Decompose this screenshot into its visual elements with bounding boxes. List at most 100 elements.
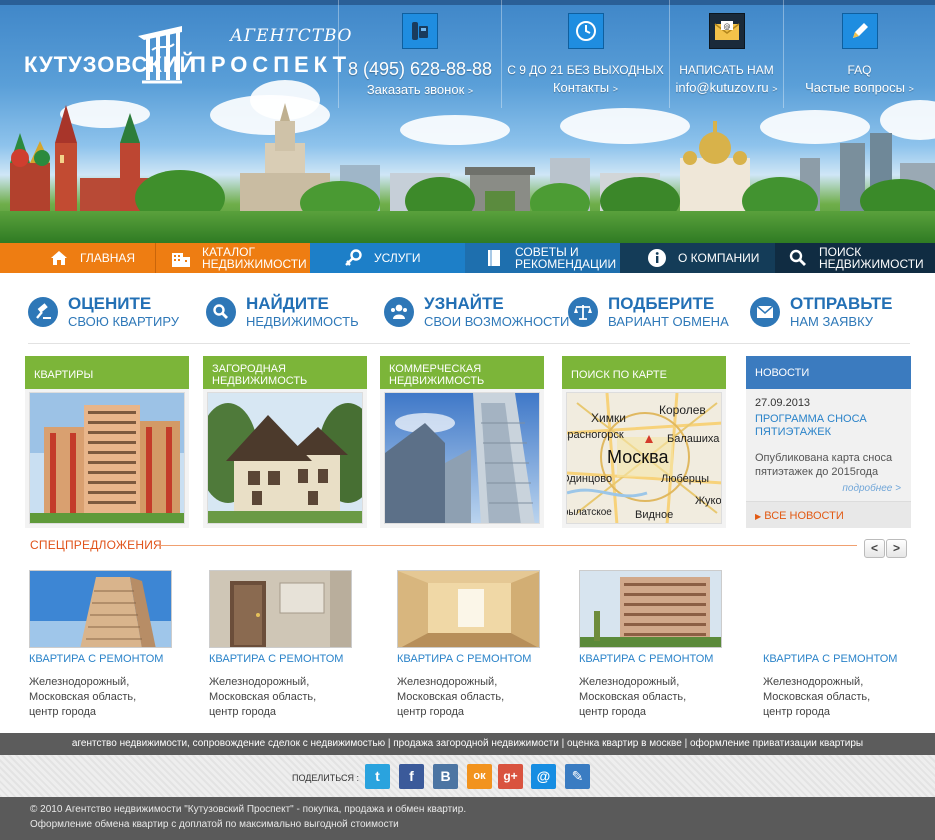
nav-tips[interactable]: СОВЕТЫ И РЕКОМЕНДАЦИИ [465, 243, 620, 273]
action-exchange[interactable]: ПОДБЕРИТЕ ВАРИАНТ ОБМЕНА [568, 290, 729, 334]
offer-title[interactable]: КВАРТИРА С РЕМОНТОМ [579, 653, 749, 665]
category-apartments[interactable]: КВАРТИРЫ [25, 356, 189, 528]
nav-about[interactable]: О КОМПАНИИ [620, 243, 775, 273]
offer-address: Железнодорожный, Московская область, центр… [209, 676, 317, 718]
envelope-icon [750, 297, 780, 327]
nav-services[interactable]: УСЛУГИ [310, 243, 465, 273]
people-icon [384, 297, 414, 327]
contacts-link[interactable]: Контакты [553, 80, 609, 95]
contact-faq[interactable]: FAQ Частые вопросы > [783, 0, 935, 108]
work-hours-text: С 9 ДО 21 БЕЗ ВЫХОДНЫХ [507, 63, 664, 77]
offer-title[interactable]: КВАРТИРА С РЕМОНТОМ [397, 653, 567, 665]
action-exchange-title: ПОДБЕРИТЕ [608, 294, 715, 313]
google-plus-icon[interactable]: g+ [498, 764, 523, 789]
phone-number[interactable]: 8 (495) 628-88-88 [339, 59, 501, 79]
apartments-photo [29, 392, 185, 524]
news-panel: НОВОСТИ 27.09.2013 ПРОГРАММА СНОСА ПЯТИЭ… [746, 356, 911, 528]
offer-title[interactable]: КВАРТИРА С РЕМОНТОМ [29, 653, 199, 665]
mail-icon: @ [708, 13, 745, 49]
offer-photo [29, 570, 172, 648]
contact-hours[interactable]: С 9 ДО 21 БЕЗ ВЫХОДНЫХ Контакты > [501, 0, 669, 108]
livejournal-icon[interactable]: ✎ [565, 764, 590, 789]
offer-card[interactable]: КВАРТИРА С РЕМОНТОМ Железнодорожный, Моск… [579, 570, 729, 718]
share-bar: ПОДЕЛИТЬСЯ : t f В ок g+ @ ✎ [0, 755, 935, 797]
nav-about-label: О КОМПАНИИ [678, 251, 760, 265]
mailru-icon[interactable]: @ [531, 764, 556, 789]
footer-seo-links[interactable]: агентство недвижимости, сопровождение сд… [0, 733, 935, 755]
email-link[interactable]: info@kutuzov.ru [675, 80, 768, 95]
action-exchange-subtitle: ВАРИАНТ ОБМЕНА [608, 314, 729, 329]
offer-title[interactable]: КВАРТИРА С РЕМОНТОМ [209, 653, 379, 665]
category-country-realty[interactable]: ЗАГОРОДНАЯ НЕДВИЖИМОСТЬ [203, 356, 367, 528]
offer-photo [579, 570, 722, 648]
gavel-icon [28, 297, 58, 327]
arrow-right-icon: ▶ [755, 512, 762, 521]
clock-icon [567, 13, 604, 49]
map-label-korolev: Королев [659, 403, 706, 417]
nav-home[interactable]: ГЛАВНАЯ [0, 243, 155, 273]
commercial-towers-photo [384, 392, 540, 524]
map-label-balashikha: Балашиха [667, 433, 720, 445]
key-icon [340, 243, 366, 273]
offer-card[interactable]: КВАРТИРА С РЕМОНТОМ Железнодорожный, Моск… [397, 570, 547, 718]
building-icon [168, 243, 194, 273]
offer-card[interactable]: КВАРТИРА С РЕМОНТОМ Железнодорожный, Моск… [29, 570, 179, 718]
nav-search-label: ПОИСК НЕДВИЖИМОСТИ [819, 245, 924, 271]
logo-name-part2: ПРОСПЕКТ [190, 52, 352, 77]
nav-catalog-label: КАТАЛОГ НЕДВИЖИМОСТИ [202, 245, 307, 271]
share-label: ПОДЕЛИТЬСЯ : [292, 773, 359, 783]
map-label-odintsovo: Одинцово [566, 473, 613, 485]
category-apartments-title: КВАРТИРЫ [25, 356, 189, 389]
map-label-krasnogorsk: Красногорск [566, 429, 624, 441]
pencil-icon [841, 13, 878, 49]
contact-phone[interactable]: 8 (495) 628-88-88 Заказать звонок > [338, 0, 501, 108]
phone-icon [402, 13, 438, 49]
carousel-prev-button[interactable]: < [864, 539, 885, 558]
action-send[interactable]: ОТПРАВЬТЕ НАМ ЗАЯВКУ [750, 290, 892, 334]
action-find-subtitle: НЕДВИЖИМОСТЬ [246, 314, 359, 329]
map-label-khimki: Химки [591, 411, 626, 425]
vkontakte-icon[interactable]: В [433, 764, 458, 789]
moscow-skyline-illustration [10, 103, 935, 223]
agency-logo[interactable]: АГЕНТСТВО КУТУЗОВСКИЙ ПРОСПЕКТ [24, 20, 351, 90]
offer-title[interactable]: КВАРТИРА С РЕМОНТОМ [763, 653, 933, 665]
carousel-next-button[interactable]: > [886, 539, 907, 558]
news-header: НОВОСТИ [746, 356, 911, 389]
offer-card[interactable]: КВАРТИРА С РЕМОНТОМ Железнодорожный, Моск… [209, 570, 359, 718]
category-country-title: ЗАГОРОДНАЯ НЕДВИЖИМОСТЬ [203, 356, 367, 389]
header-banner: АГЕНТСТВО КУТУЗОВСКИЙ ПРОСПЕКТ 8 (495) 6… [0, 0, 935, 243]
action-evaluate-title: ОЦЕНИТЕ [68, 294, 152, 313]
copyright-text: © 2010 Агентство недвижимости "Кутузовск… [30, 804, 467, 815]
faq-title: FAQ [847, 63, 872, 77]
logo-mark-icon [138, 26, 182, 84]
country-house-photo [207, 392, 363, 524]
all-news-link[interactable]: ▶ ВСЕ НОВОСТИ [746, 501, 911, 528]
facebook-icon[interactable]: f [399, 764, 424, 789]
grass [0, 211, 935, 243]
offer-address: Железнодорожный, Московская область, центр… [29, 676, 137, 718]
nav-search[interactable]: ПОИСК НЕДВИЖИМОСТИ [775, 243, 935, 273]
action-learn[interactable]: УЗНАЙТЕ СВОИ ВОЗМОЖНОСТИ [384, 290, 569, 334]
search-icon [206, 297, 236, 327]
divider [28, 343, 910, 344]
action-evaluate[interactable]: ОЦЕНИТЕ СВОЮ КВАРТИРУ [28, 290, 179, 334]
category-commercial-realty[interactable]: КОММЕРЧЕСКАЯ НЕДВИЖИМОСТЬ [380, 356, 544, 528]
news-title-link[interactable]: ПРОГРАММА СНОСА ПЯТИЭТАЖЕК [755, 413, 911, 439]
book-icon [481, 243, 507, 273]
news-more-link[interactable]: подробнее > [746, 483, 901, 494]
search-icon [785, 243, 811, 273]
twitter-icon[interactable]: t [365, 764, 390, 789]
special-offers-line [160, 545, 857, 546]
category-commercial-title: КОММЕРЧЕСКАЯ НЕДВИЖИМОСТЬ [380, 356, 544, 389]
faq-link[interactable]: Частые вопросы [805, 80, 905, 95]
action-send-title: ОТПРАВЬТЕ [790, 294, 893, 313]
nav-catalog[interactable]: КАТАЛОГ НЕДВИЖИМОСТИ [155, 243, 310, 273]
odnoklassniki-icon[interactable]: ок [467, 764, 492, 789]
offer-photo [397, 570, 540, 648]
category-map-search[interactable]: ПОИСК ПО КАРТЕ Химки Королев Красногорск… [562, 356, 726, 528]
contact-email[interactable]: @ НАПИСАТЬ НАМ info@kutuzov.ru > [669, 0, 783, 108]
news-text: Опубликована карта сноса пятиэтажек до 2… [755, 452, 893, 478]
order-call-link[interactable]: Заказать звонок [367, 82, 464, 97]
offer-address: Железнодорожный, Московская область, центр… [763, 676, 871, 718]
action-find[interactable]: НАЙДИТЕ НЕДВИЖИМОСТЬ [206, 290, 359, 334]
